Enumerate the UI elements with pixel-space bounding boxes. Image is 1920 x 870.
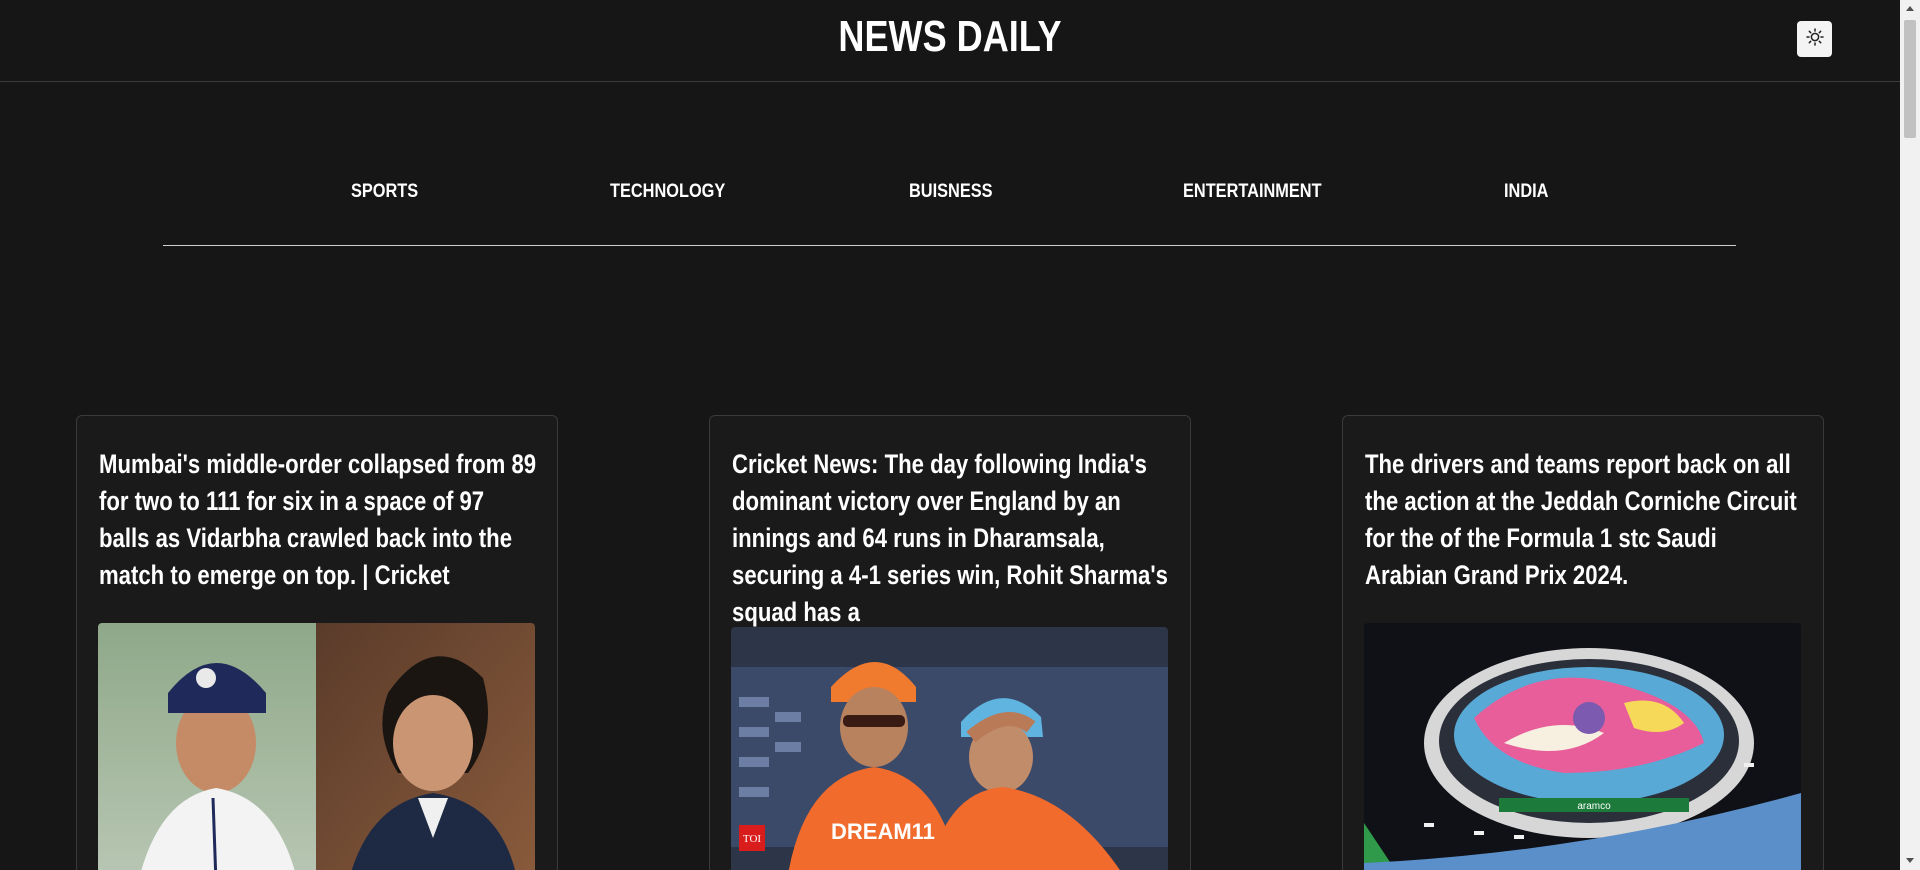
category-nav: SPORTS TECHNOLOGY BUISNESS ENTERTAINMENT… — [163, 155, 1736, 246]
track-banner-text: aramco — [1577, 801, 1611, 812]
theme-toggle-button[interactable] — [1797, 21, 1832, 57]
scroll-down-icon[interactable] — [1906, 858, 1914, 863]
jeddah-circuit-aerial-photo[interactable]: aramco — [1364, 623, 1801, 870]
sun-icon — [1805, 27, 1824, 51]
article-title[interactable]: Cricket News: The day following India's … — [732, 446, 1171, 631]
site-title: NEWS DAILY — [838, 12, 1062, 61]
nav-item-india[interactable]: INDIA — [1504, 181, 1548, 203]
nav-item-entertainment[interactable]: ENTERTAINMENT — [1183, 181, 1322, 203]
article-title[interactable]: The drivers and teams report back on all… — [1365, 446, 1804, 594]
vertical-scrollbar[interactable] — [1900, 0, 1920, 870]
nav-item-sports[interactable]: SPORTS — [351, 181, 418, 203]
scroll-up-icon[interactable] — [1906, 6, 1914, 11]
article-card[interactable]: The drivers and teams report back on all… — [1342, 415, 1824, 870]
site-header: NEWS DAILY — [0, 0, 1900, 82]
page: NEWS DAILY SPORTS TECHNOLOGY BUISNESS EN… — [0, 0, 1920, 870]
article-card[interactable]: Mumbai's middle-order collapsed from 89 … — [76, 415, 558, 870]
article-card[interactable]: Cricket News: The day following India's … — [709, 415, 1191, 870]
scroll-thumb[interactable] — [1904, 20, 1916, 138]
nav-item-technology[interactable]: TECHNOLOGY — [610, 181, 725, 203]
sponsor-text: DREAM11 — [831, 819, 935, 844]
nav-item-buisness[interactable]: BUISNESS — [909, 181, 993, 203]
cricket-players-photo[interactable] — [98, 623, 535, 870]
article-title[interactable]: Mumbai's middle-order collapsed from 89 … — [99, 446, 538, 594]
india-team-coaches-photo[interactable]: DREAM11 TOI — [731, 627, 1168, 870]
toi-badge: TOI — [743, 833, 761, 845]
